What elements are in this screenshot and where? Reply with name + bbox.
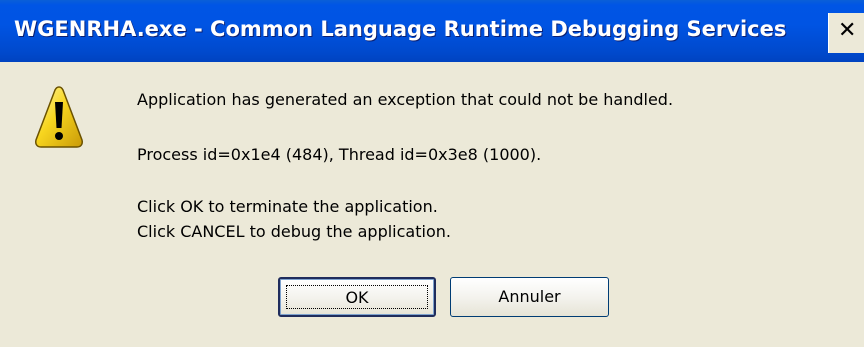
message-exception: Application has generated an exception t… xyxy=(137,90,674,109)
message-process-info: Process id=0x1e4 (484), Thread id=0x3e8 … xyxy=(137,145,542,164)
window-title: WGENRHA.exe - Common Language Runtime De… xyxy=(14,17,787,41)
cancel-button-label: Annuler xyxy=(498,287,561,306)
dialog-window: WGENRHA.exe - Common Language Runtime De… xyxy=(0,0,864,347)
message-cancel-hint: Click CANCEL to debug the application. xyxy=(137,222,451,241)
ok-button-label: OK xyxy=(345,288,369,307)
warning-icon xyxy=(35,86,83,148)
close-button[interactable]: ✕ xyxy=(828,13,864,53)
message-ok-hint: Click OK to terminate the application. xyxy=(137,197,438,216)
close-icon: ✕ xyxy=(838,18,857,43)
ok-button[interactable]: OK xyxy=(278,277,436,317)
cancel-button[interactable]: Annuler xyxy=(450,277,609,317)
title-bar[interactable]: WGENRHA.exe - Common Language Runtime De… xyxy=(0,0,864,62)
